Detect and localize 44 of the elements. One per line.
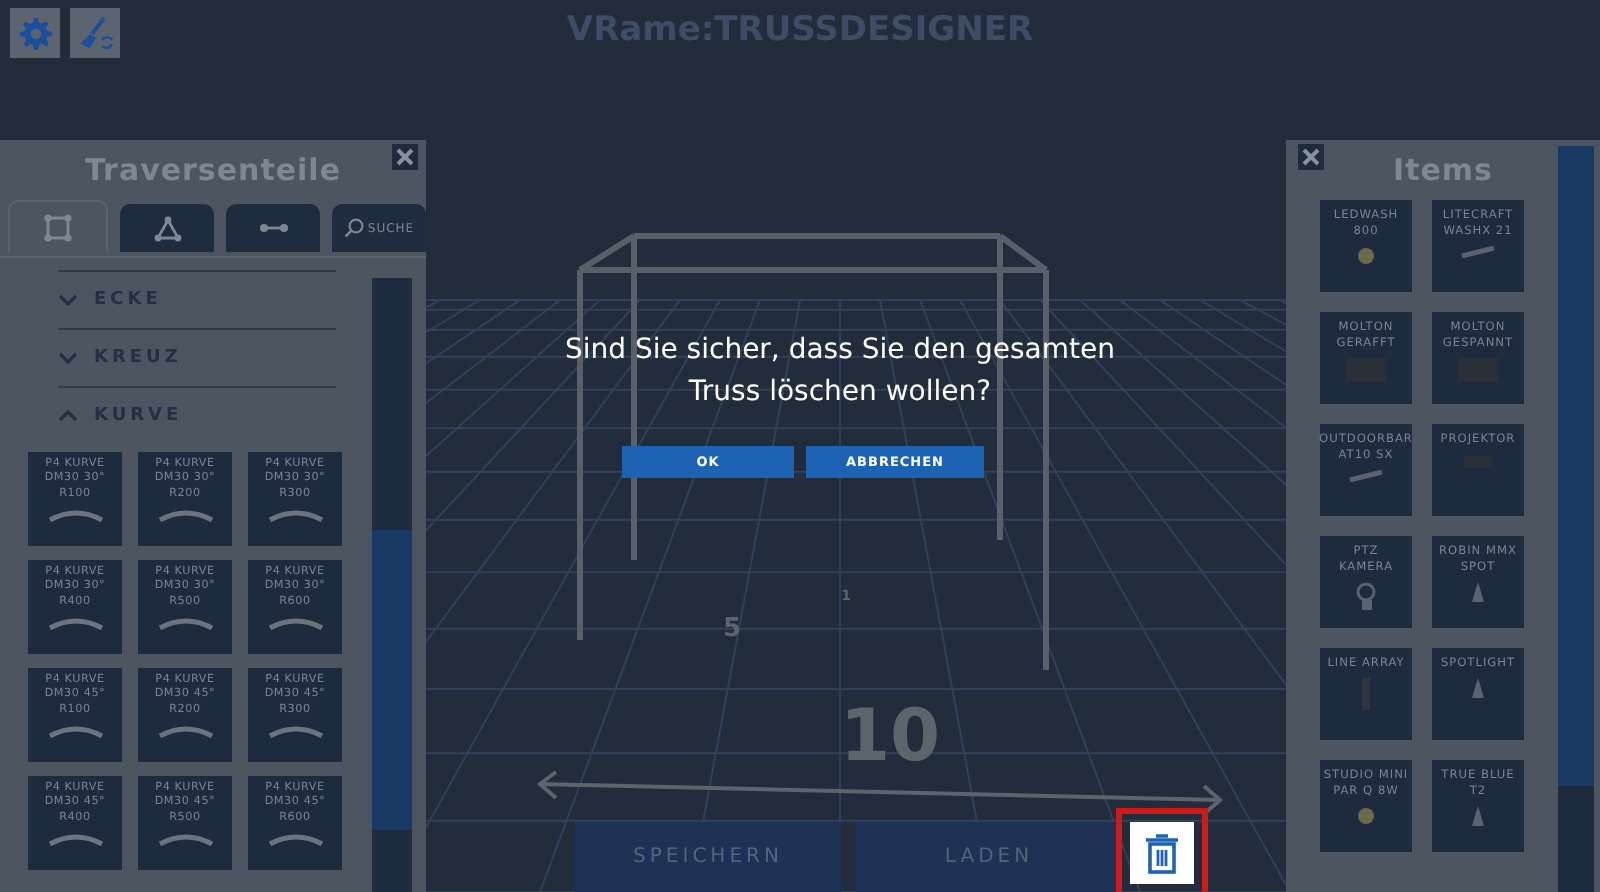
category-tab[interactable] [120,204,214,252]
save-button[interactable]: SPEICHERN [574,822,842,892]
curved-truss-icon [47,723,103,738]
curved-truss-icon [157,615,213,630]
scrollbar[interactable] [372,278,412,892]
category-tab[interactable] [8,200,108,252]
spotlight-icon [1470,582,1486,606]
spotlight-icon [1470,806,1486,830]
close-button[interactable] [1298,144,1324,170]
dimension-label: 5 [722,614,742,644]
curved-truss-icon [267,615,323,630]
brush-icon [77,15,113,51]
curved-truss-icon [267,831,323,846]
dimension-label: 10 [839,696,941,778]
curved-truss-icon [267,723,323,738]
curved-truss-icon [157,507,213,522]
gear-icon [19,17,51,49]
line-nodes-icon [259,222,287,234]
curved-truss-icon [157,723,213,738]
bar-light-icon [1348,470,1384,482]
triangle-nodes-icon [153,215,181,241]
square-nodes-icon [44,213,72,241]
curved-truss-icon [267,507,323,522]
scrollbar-thumb[interactable] [372,530,412,830]
delete-button[interactable] [1130,822,1194,884]
spotlight-icon [1470,678,1486,702]
lamp-icon [1356,246,1376,266]
bar-light-icon [1460,246,1496,258]
close-button[interactable] [392,144,418,170]
category-tab[interactable] [226,204,320,252]
curved-truss-icon [157,831,213,846]
settings-button[interactable] [10,8,60,58]
load-button[interactable]: LADEN [856,822,1122,892]
dialog-message: Sind Sie sicher, dass Sie den gesamten Truss löschen wollen? [562,332,1117,412]
curved-truss-icon [47,831,103,846]
camera-icon [1356,582,1376,610]
trash-icon [1144,832,1180,874]
search-icon [343,218,364,238]
lamp-icon [1356,806,1376,826]
close-icon [396,148,414,166]
brush-button[interactable] [70,8,120,58]
close-icon [1302,148,1320,166]
curved-truss-icon [47,507,103,522]
curved-truss-icon [47,615,103,630]
